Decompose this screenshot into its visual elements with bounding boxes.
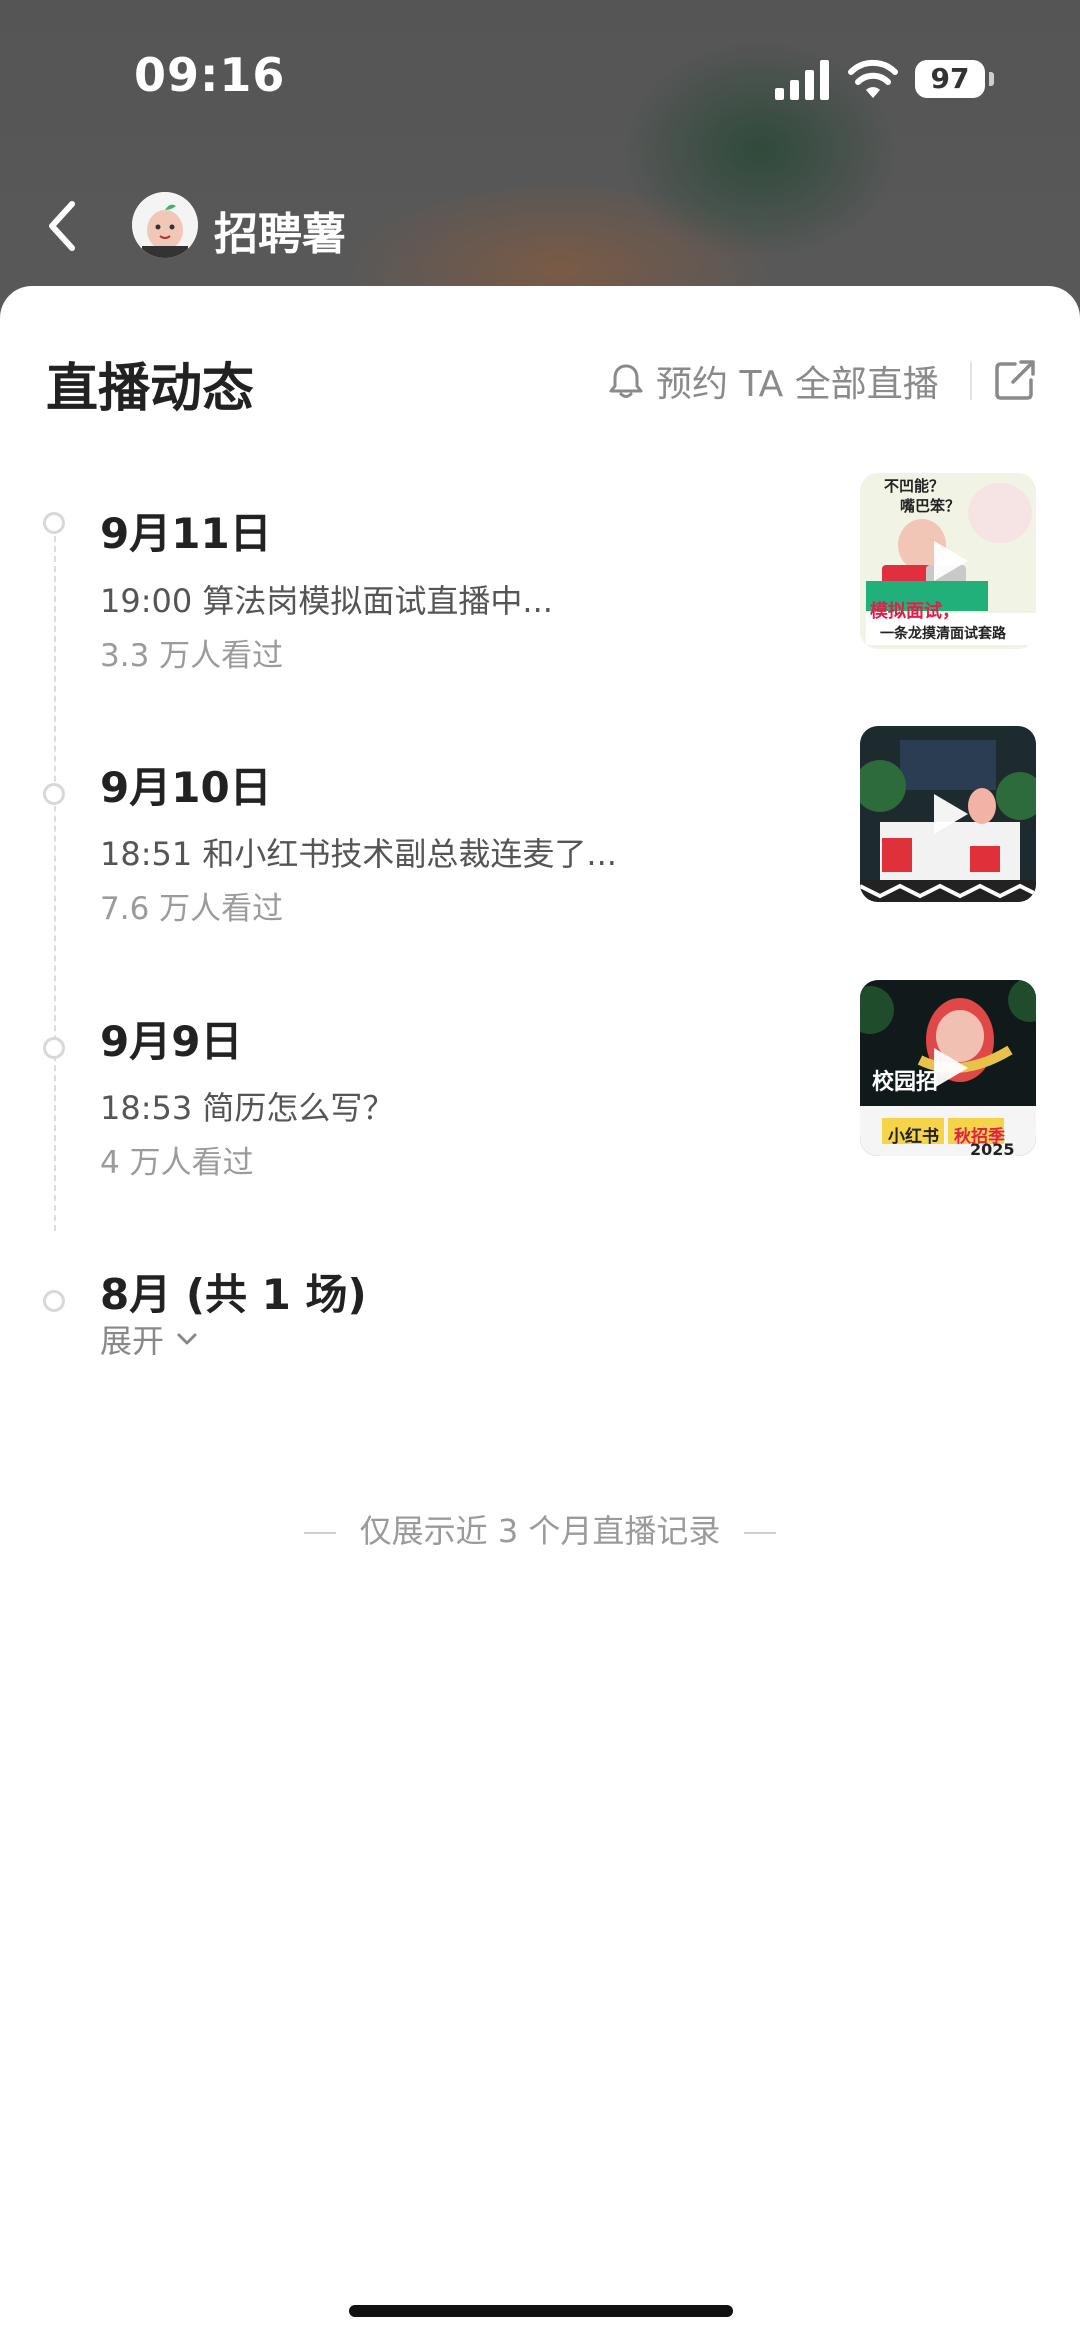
timeline-dot bbox=[43, 1290, 65, 1312]
avatar[interactable] bbox=[132, 192, 198, 258]
timeline-line bbox=[54, 526, 56, 1231]
thumb-line: 嘴巴笨？ bbox=[900, 497, 961, 515]
battery-tip bbox=[989, 72, 994, 86]
live-date: 9月10日 bbox=[100, 763, 272, 812]
chevron-down-icon bbox=[177, 1333, 197, 1345]
history-footnote: 仅展示近 3 个月直播记录 bbox=[0, 1506, 1080, 1552]
live-date: 9月11日 bbox=[100, 509, 272, 558]
live-date: 9月9日 bbox=[100, 1017, 243, 1066]
reserve-label: 预约 TA 全部直播 bbox=[656, 364, 939, 405]
status-bar: 09:16 97 bbox=[0, 0, 1080, 150]
live-history-sheet: 直播动态 预约 TA 全部直播 9月11日 19:00 算法岗模拟面试直播中..… bbox=[0, 286, 1080, 2341]
potato-mascot-icon bbox=[132, 192, 198, 258]
live-thumbnail[interactable] bbox=[860, 726, 1036, 902]
live-views: 4 万人看过 bbox=[100, 1145, 254, 1181]
live-thumbnail[interactable]: 校园招 小红书 秋招季 2025 bbox=[860, 980, 1036, 1156]
cellular-signal-icon bbox=[775, 60, 829, 100]
thumb-line: 一条龙摸清面试套路 bbox=[880, 626, 1006, 642]
timeline-dot bbox=[43, 783, 65, 805]
thumb-line: 不凹能？ bbox=[884, 477, 945, 495]
live-views: 3.3 万人看过 bbox=[100, 638, 284, 674]
share-icon[interactable] bbox=[993, 358, 1037, 402]
live-title[interactable]: 19:00 算法岗模拟面试直播中... bbox=[100, 576, 553, 622]
live-views: 7.6 万人看过 bbox=[100, 891, 284, 927]
thumb-line: 小红书 bbox=[888, 1127, 939, 1147]
nav-account-name[interactable]: 招聘薯 bbox=[214, 198, 346, 262]
thumb-line: 模拟面试， bbox=[870, 601, 960, 622]
header-divider bbox=[970, 362, 972, 400]
battery-level: 97 bbox=[930, 62, 970, 95]
top-nav: 招聘薯 bbox=[0, 180, 1080, 270]
thumb-line: 2025 bbox=[970, 1140, 1015, 1156]
timeline-dot bbox=[43, 1037, 65, 1059]
play-icon bbox=[934, 794, 968, 834]
live-title[interactable]: 18:51 和小红书技术副总裁连麦了... bbox=[100, 829, 617, 875]
footnote-dash bbox=[303, 1532, 336, 1534]
status-time: 09:16 bbox=[134, 48, 286, 102]
reserve-all-live-button[interactable]: 预约 TA 全部直播 bbox=[606, 356, 939, 406]
live-thumbnail[interactable]: 不凹能？ 嘴巴笨？ 模拟面试， 一条龙摸清面试套路 bbox=[860, 473, 1036, 649]
live-title[interactable]: 18:53 简历怎么写？ bbox=[100, 1083, 394, 1129]
month-group-label: 8月 (共 1 场) bbox=[100, 1270, 367, 1319]
timeline-dot bbox=[43, 512, 65, 534]
footnote-text: 仅展示近 3 个月直播记录 bbox=[359, 1512, 721, 1550]
play-icon bbox=[934, 1048, 968, 1088]
sheet-title: 直播动态 bbox=[46, 359, 255, 419]
battery-indicator: 97 bbox=[915, 60, 985, 98]
footnote-dash bbox=[744, 1532, 777, 1534]
bell-icon bbox=[609, 364, 643, 398]
back-button[interactable] bbox=[40, 196, 90, 256]
play-icon bbox=[934, 541, 968, 581]
expand-button[interactable]: 展开 bbox=[100, 1316, 200, 1362]
expand-label: 展开 bbox=[100, 1322, 165, 1360]
home-indicator[interactable] bbox=[349, 2305, 733, 2317]
wifi-icon bbox=[848, 59, 898, 98]
